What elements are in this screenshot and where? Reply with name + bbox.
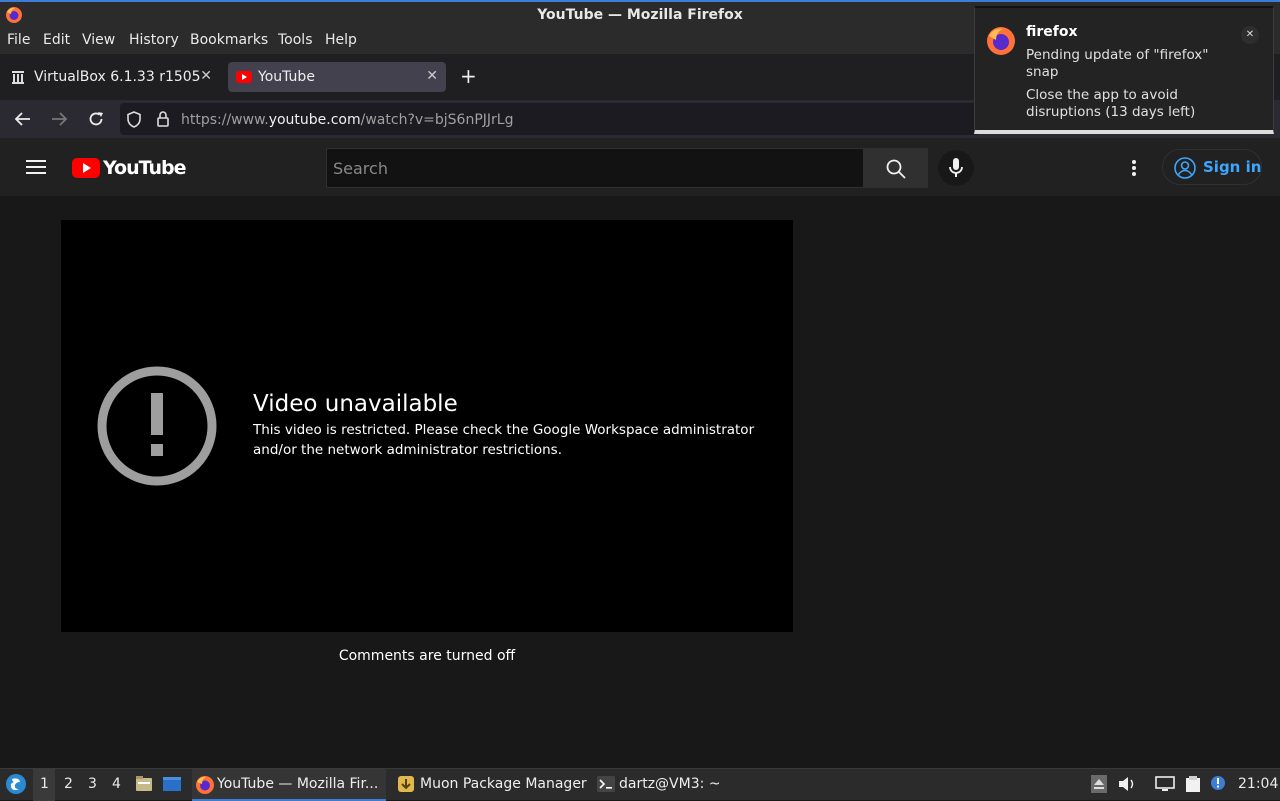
youtube-play-icon [72, 158, 100, 178]
tab-youtube[interactable]: YouTube ✕ [228, 62, 446, 92]
start-menu-icon[interactable] [5, 773, 27, 795]
close-tab-icon[interactable]: ✕ [426, 68, 438, 84]
url-host: youtube.com [268, 112, 361, 128]
sign-in-label: Sign in [1203, 158, 1262, 176]
account-icon [1174, 157, 1196, 179]
voice-search-button[interactable] [938, 150, 974, 186]
menu-tools[interactable]: Tools [278, 32, 313, 48]
workspace-4[interactable]: 4 [112, 776, 121, 792]
close-notification-icon[interactable]: ✕ [1241, 26, 1259, 44]
sign-in-button[interactable]: Sign in [1162, 149, 1262, 185]
menu-history[interactable]: History [129, 32, 179, 48]
menu-view[interactable]: View [82, 32, 115, 48]
new-tab-icon[interactable]: + [460, 64, 477, 88]
taskbar-app-muon[interactable]: Muon Package Manager [394, 769, 587, 801]
search-input[interactable]: Search [326, 148, 864, 188]
network-icon[interactable] [1155, 776, 1175, 792]
exclamation-icon [97, 366, 217, 486]
video-player[interactable]: Video unavailable This video is restrict… [61, 220, 793, 632]
search-icon [886, 159, 906, 179]
notification-popup[interactable]: firefox Pending update of "firefox" snap… [974, 6, 1274, 134]
file-manager-icon[interactable] [135, 775, 153, 793]
hamburger-menu-icon[interactable] [26, 159, 46, 175]
microphone-icon [949, 158, 963, 177]
tab-label: YouTube [258, 69, 315, 85]
menu-bookmarks[interactable]: Bookmarks [190, 32, 268, 48]
package-icon [398, 776, 414, 792]
taskbar: 1 2 3 4 YouTube — Mozilla Fir... Muon Pa… [0, 768, 1280, 801]
notification-line-4: disruptions (13 days left) [1026, 104, 1196, 120]
url-prefix: https://www. [181, 112, 269, 128]
firefox-icon [196, 776, 214, 794]
notification-line-1: Pending update of "firefox" [1026, 47, 1209, 63]
notification-app-name: firefox [1026, 24, 1078, 40]
menu-file[interactable]: File [7, 32, 30, 48]
more-options-icon[interactable] [1131, 159, 1137, 177]
firefox-icon [987, 27, 1015, 55]
search-placeholder: Search [333, 159, 388, 178]
notification-line-2: snap [1026, 64, 1059, 80]
search-button[interactable] [864, 148, 928, 188]
url-text[interactable]: https://www.youtube.com/watch?v=bjS6nPJJ… [181, 112, 513, 128]
taskbar-app-label: dartz@VM3: ~ [619, 776, 721, 792]
shield-icon[interactable] [126, 111, 142, 128]
tab-label: VirtualBox 6.1.33 r15050 [34, 69, 200, 85]
notification-line-3: Close the app to avoid [1026, 87, 1178, 103]
taskbar-app-terminal[interactable]: dartz@VM3: ~ [594, 769, 734, 801]
workspace-3[interactable]: 3 [88, 776, 97, 792]
workspace-1[interactable]: 1 [40, 776, 49, 792]
menu-help[interactable]: Help [325, 32, 357, 48]
tab-virtualbox[interactable]: VirtualBox 6.1.33 r15050 ✕ [4, 62, 220, 92]
terminal-icon [597, 776, 615, 792]
error-title: Video unavailable [253, 391, 458, 417]
update-notifier-icon[interactable] [1209, 774, 1227, 792]
workspace-2[interactable]: 2 [64, 776, 73, 792]
forward-icon[interactable] [50, 110, 68, 128]
error-message-line-2: and/or the network administrator restric… [253, 442, 562, 458]
address-bar[interactable]: https://www.youtube.com/watch?v=bjS6nPJJ… [120, 103, 980, 135]
comments-status: Comments are turned off [338, 648, 516, 664]
taskbar-app-label: YouTube — Mozilla Fir... [217, 776, 379, 792]
youtube-logo-text: YouTube [103, 157, 186, 179]
volume-icon[interactable] [1118, 776, 1136, 792]
menu-edit[interactable]: Edit [43, 32, 70, 48]
close-tab-icon[interactable]: ✕ [200, 68, 212, 84]
eject-icon[interactable] [1091, 775, 1107, 793]
reload-icon[interactable] [87, 110, 105, 128]
show-desktop-icon[interactable] [162, 775, 182, 793]
taskbar-app-label: Muon Package Manager [420, 776, 587, 792]
lock-icon[interactable] [156, 110, 170, 128]
back-icon[interactable] [14, 110, 32, 128]
clock[interactable]: 21:04 [1238, 776, 1278, 792]
virtualbox-icon [12, 71, 24, 84]
youtube-icon [236, 71, 252, 83]
taskbar-app-firefox[interactable]: YouTube — Mozilla Fir... [192, 769, 386, 801]
url-path: /watch?v=bjS6nPJJrLg [360, 112, 514, 128]
youtube-header: YouTube Search Sign in [0, 138, 1280, 196]
error-message-line-1: This video is restricted. Please check t… [253, 422, 755, 438]
clipboard-icon[interactable] [1183, 774, 1203, 794]
